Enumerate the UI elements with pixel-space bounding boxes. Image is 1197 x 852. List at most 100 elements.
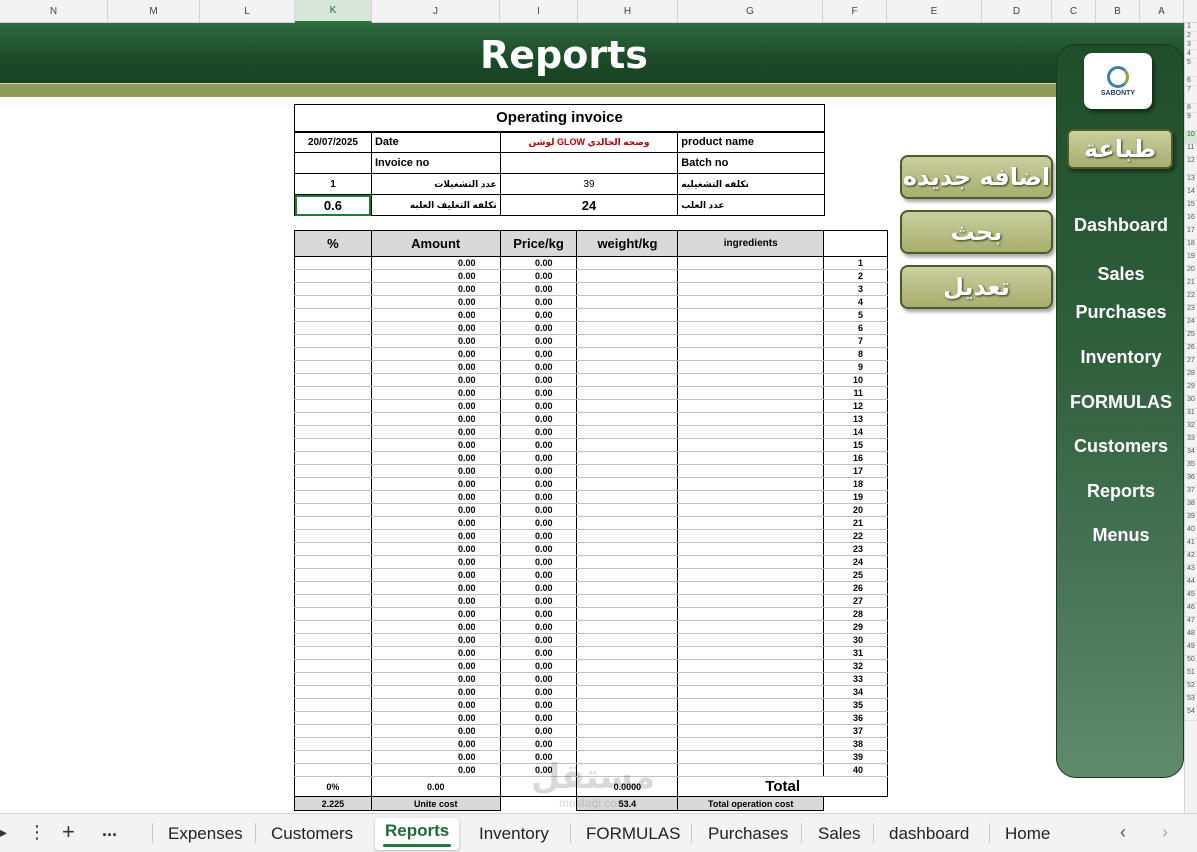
ingredient-cell[interactable] bbox=[677, 321, 825, 335]
nav-purchases[interactable]: Purchases bbox=[1057, 302, 1185, 323]
amount-cell[interactable]: 0.00 bbox=[370, 659, 501, 673]
ingredient-cell[interactable] bbox=[677, 646, 825, 660]
ingredient-cell[interactable] bbox=[677, 685, 825, 699]
price-cell[interactable]: 0.00 bbox=[499, 503, 578, 517]
weight-cell[interactable] bbox=[576, 529, 679, 543]
row-index-cell[interactable]: 25 bbox=[823, 568, 888, 582]
percent-cell[interactable] bbox=[294, 490, 372, 504]
row-header-20[interactable]: 20 bbox=[1185, 266, 1197, 279]
weight-cell[interactable] bbox=[576, 308, 679, 322]
nav-customers[interactable]: Customers bbox=[1057, 436, 1185, 457]
percent-cell[interactable] bbox=[294, 737, 372, 751]
amount-cell[interactable]: 0.00 bbox=[370, 529, 501, 543]
row-index-cell[interactable]: 10 bbox=[823, 373, 888, 387]
amount-cell[interactable]: 0.00 bbox=[370, 295, 501, 309]
row-header-18[interactable]: 18 bbox=[1185, 240, 1197, 253]
column-header-i[interactable]: I bbox=[500, 0, 578, 23]
row-header-28[interactable]: 28 bbox=[1185, 370, 1197, 383]
ingredient-cell[interactable] bbox=[677, 711, 825, 725]
amount-cell[interactable]: 0.00 bbox=[370, 412, 501, 426]
price-cell[interactable]: 0.00 bbox=[499, 581, 578, 595]
price-cell[interactable]: 0.00 bbox=[499, 568, 578, 582]
row-header-2[interactable]: 2 bbox=[1185, 32, 1197, 41]
amount-cell[interactable]: 0.00 bbox=[370, 581, 501, 595]
cans-count-cell[interactable]: 24 bbox=[499, 194, 679, 216]
column-header-g[interactable]: G bbox=[678, 0, 823, 23]
price-cell[interactable]: 0.00 bbox=[499, 529, 578, 543]
percent-cell[interactable] bbox=[294, 620, 372, 634]
price-cell[interactable]: 0.00 bbox=[499, 659, 578, 673]
row-header-48[interactable]: 48 bbox=[1185, 630, 1197, 643]
row-index-cell[interactable]: 23 bbox=[823, 542, 888, 556]
percent-cell[interactable] bbox=[294, 477, 372, 491]
weight-cell[interactable] bbox=[576, 438, 679, 452]
weight-cell[interactable] bbox=[576, 295, 679, 309]
row-header-24[interactable]: 24 bbox=[1185, 318, 1197, 331]
weight-cell[interactable] bbox=[576, 347, 679, 361]
percent-cell[interactable] bbox=[294, 672, 372, 686]
amount-cell[interactable]: 0.00 bbox=[370, 724, 501, 738]
column-header-h[interactable]: H bbox=[578, 0, 678, 23]
percent-cell[interactable] bbox=[294, 568, 372, 582]
ingredient-cell[interactable] bbox=[677, 568, 825, 582]
amount-cell[interactable]: 0.00 bbox=[370, 542, 501, 556]
row-index-cell[interactable]: 18 bbox=[823, 477, 888, 491]
column-header-f[interactable]: F bbox=[823, 0, 887, 23]
amount-cell[interactable]: 0.00 bbox=[370, 672, 501, 686]
row-header-11[interactable]: 11 bbox=[1185, 144, 1197, 157]
row-index-cell[interactable]: 24 bbox=[823, 555, 888, 569]
ingredient-cell[interactable] bbox=[677, 347, 825, 361]
amount-cell[interactable]: 0.00 bbox=[370, 633, 501, 647]
row-index-cell[interactable]: 12 bbox=[823, 399, 888, 413]
percent-cell[interactable] bbox=[294, 698, 372, 712]
amount-cell[interactable]: 0.00 bbox=[370, 685, 501, 699]
row-header-45[interactable]: 45 bbox=[1185, 591, 1197, 604]
row-header-27[interactable]: 27 bbox=[1185, 357, 1197, 370]
percent-cell[interactable] bbox=[294, 724, 372, 738]
percent-cell[interactable] bbox=[294, 711, 372, 725]
price-cell[interactable]: 0.00 bbox=[499, 321, 578, 335]
row-header-44[interactable]: 44 bbox=[1185, 578, 1197, 591]
amount-cell[interactable]: 0.00 bbox=[370, 503, 501, 517]
column-header-k[interactable]: K bbox=[295, 0, 372, 23]
percent-cell[interactable] bbox=[294, 347, 372, 361]
ingredient-cell[interactable] bbox=[677, 503, 825, 517]
ingredient-cell[interactable] bbox=[677, 529, 825, 543]
row-index-cell[interactable]: 11 bbox=[823, 386, 888, 400]
weight-cell[interactable] bbox=[576, 399, 679, 413]
row-header-33[interactable]: 33 bbox=[1185, 435, 1197, 448]
row-header-6[interactable]: 6 bbox=[1185, 77, 1197, 86]
ingredient-cell[interactable] bbox=[677, 256, 825, 270]
weight-cell[interactable] bbox=[576, 477, 679, 491]
percent-cell[interactable] bbox=[294, 282, 372, 296]
ingredient-cell[interactable] bbox=[677, 555, 825, 569]
amount-cell[interactable]: 0.00 bbox=[370, 334, 501, 348]
column-header-b[interactable]: B bbox=[1096, 0, 1140, 23]
row-header-39[interactable]: 39 bbox=[1185, 513, 1197, 526]
row-header-30[interactable]: 30 bbox=[1185, 396, 1197, 409]
row-index-cell[interactable]: 13 bbox=[823, 412, 888, 426]
column-header-d[interactable]: D bbox=[982, 0, 1052, 23]
percent-cell[interactable] bbox=[294, 685, 372, 699]
row-index-cell[interactable]: 38 bbox=[823, 737, 888, 751]
price-cell[interactable]: 0.00 bbox=[499, 646, 578, 660]
row-index-cell[interactable]: 35 bbox=[823, 698, 888, 712]
price-cell[interactable]: 0.00 bbox=[499, 490, 578, 504]
amount-cell[interactable]: 0.00 bbox=[370, 373, 501, 387]
price-cell[interactable]: 0.00 bbox=[499, 594, 578, 608]
tab-sales[interactable]: Sales bbox=[818, 824, 861, 844]
weight-cell[interactable] bbox=[576, 737, 679, 751]
percent-cell[interactable] bbox=[294, 581, 372, 595]
operating-cost-cell[interactable]: 39 bbox=[499, 173, 679, 195]
price-cell[interactable]: 0.00 bbox=[499, 464, 578, 478]
weight-cell[interactable] bbox=[576, 620, 679, 634]
row-index-cell[interactable]: 27 bbox=[823, 594, 888, 608]
percent-cell[interactable] bbox=[294, 633, 372, 647]
row-index-cell[interactable]: 17 bbox=[823, 464, 888, 478]
price-cell[interactable]: 0.00 bbox=[499, 308, 578, 322]
amount-cell[interactable]: 0.00 bbox=[370, 386, 501, 400]
row-header-54[interactable]: 54 bbox=[1185, 708, 1197, 721]
row-header-29[interactable]: 29 bbox=[1185, 383, 1197, 396]
ingredient-cell[interactable] bbox=[677, 724, 825, 738]
tab-formulas[interactable]: FORMULAS bbox=[586, 824, 680, 844]
